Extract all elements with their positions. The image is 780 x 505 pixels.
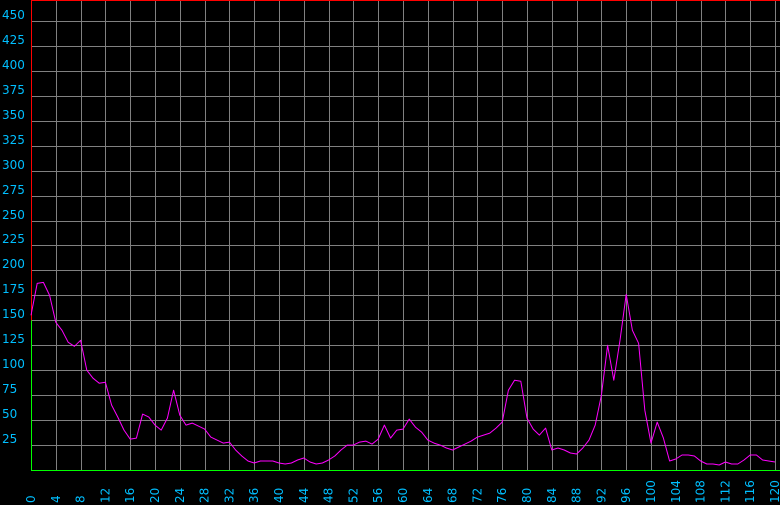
x-tick-label: 48 — [322, 488, 336, 503]
y-tick-label: 200 — [2, 257, 25, 271]
x-tick-label: 80 — [520, 488, 534, 503]
x-tick-label: 60 — [396, 488, 410, 503]
y-tick-label: 75 — [2, 382, 17, 396]
y-tick-label: 50 — [2, 407, 17, 421]
x-tick-label: 52 — [346, 488, 360, 503]
x-tick-label: 64 — [421, 488, 435, 503]
y-tick-label: 375 — [2, 83, 25, 97]
x-tick-label: 92 — [594, 488, 608, 503]
x-tick-label: 120 — [768, 480, 780, 503]
x-tick-label: 88 — [570, 488, 584, 503]
x-tick-label: 20 — [148, 488, 162, 503]
y-tick-label: 325 — [2, 133, 25, 147]
x-tick-label: 56 — [371, 488, 385, 503]
x-tick-label: 40 — [272, 488, 286, 503]
plot-background — [0, 0, 780, 505]
y-tick-label: 150 — [2, 307, 25, 321]
x-tick-label: 44 — [297, 488, 311, 503]
y-tick-label: 450 — [2, 8, 25, 22]
y-tick-label: 275 — [2, 183, 25, 197]
x-tick-label: 108 — [694, 480, 708, 503]
x-tick-label: 96 — [619, 488, 633, 503]
x-tick-label: 104 — [669, 480, 683, 503]
y-tick-label: 300 — [2, 158, 25, 172]
x-tick-label: 112 — [718, 480, 732, 503]
x-tick-label: 24 — [173, 488, 187, 503]
x-tick-label: 68 — [446, 488, 460, 503]
x-tick-label: 12 — [98, 488, 112, 503]
x-tick-label: 28 — [198, 488, 212, 503]
y-tick-label: 225 — [2, 232, 25, 246]
line-chart: 2550751001251501752002252502753003253503… — [0, 0, 780, 505]
y-tick-label: 175 — [2, 282, 25, 296]
x-tick-label: 4 — [49, 495, 63, 503]
x-tick-label: 76 — [495, 488, 509, 503]
x-tick-label: 8 — [74, 495, 88, 503]
x-tick-label: 0 — [24, 495, 38, 503]
y-tick-label: 125 — [2, 332, 25, 346]
y-tick-label: 425 — [2, 33, 25, 47]
y-tick-label: 100 — [2, 357, 25, 371]
x-tick-label: 32 — [222, 488, 236, 503]
x-tick-label: 116 — [743, 480, 757, 503]
x-tick-label: 72 — [470, 488, 484, 503]
y-tick-label: 400 — [2, 58, 25, 72]
x-tick-label: 84 — [545, 488, 559, 503]
x-tick-label: 16 — [123, 488, 137, 503]
y-tick-label: 350 — [2, 108, 25, 122]
y-tick-label: 250 — [2, 208, 25, 222]
x-tick-label: 100 — [644, 480, 658, 503]
y-tick-label: 25 — [2, 432, 17, 446]
x-tick-label: 36 — [247, 488, 261, 503]
